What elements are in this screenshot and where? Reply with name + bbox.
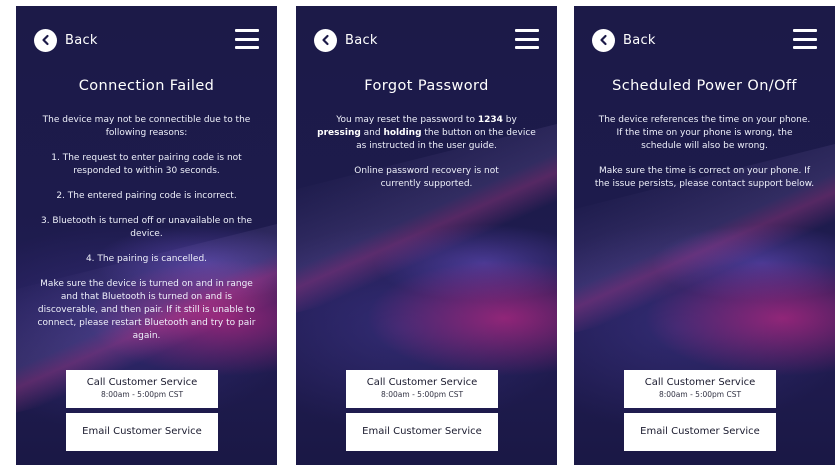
back-label: Back (345, 32, 378, 48)
message-paragraph: 3. Bluetooth is turned off or unavailabl… (40, 216, 252, 239)
message-paragraph: You may reset the password to 1234 by pr… (317, 115, 536, 151)
message-body: The device may not be connectible due to… (34, 114, 259, 355)
page-title: Forgot Password (364, 78, 489, 94)
call-hours: 8:00am - 5:00pm CST (380, 390, 464, 399)
email-customer-service-button[interactable]: Email Customer Service (624, 413, 776, 451)
message-paragraph: The device references the time on your p… (598, 115, 811, 151)
message-paragraph: 1. The request to enter pairing code is … (51, 153, 242, 176)
default-password: 1234 (477, 115, 503, 125)
email-button-label: Email Customer Service (362, 426, 482, 437)
message-paragraph: The device may not be connectible due to… (42, 115, 251, 138)
chevron-left-icon (34, 28, 57, 52)
message-paragraph: 4. The pairing is cancelled. (85, 254, 208, 264)
call-customer-service-button[interactable]: Call Customer Service 8:00am - 5:00pm CS… (624, 370, 776, 408)
chevron-left-icon (314, 28, 337, 52)
hamburger-menu-icon[interactable] (793, 29, 817, 49)
back-label: Back (623, 32, 656, 48)
page-title: Connection Failed (78, 78, 215, 94)
back-button[interactable]: Back (592, 28, 656, 52)
hamburger-menu-icon[interactable] (515, 29, 539, 49)
screen-scheduled-power: Back Scheduled Power On/Off The device r… (574, 6, 835, 465)
message-body: The device references the time on your p… (592, 114, 817, 203)
hamburger-menu-icon[interactable] (235, 29, 259, 49)
email-customer-service-button[interactable]: Email Customer Service (346, 413, 498, 451)
call-button-label: Call Customer Service (644, 377, 756, 388)
chevron-left-icon (592, 28, 615, 52)
call-customer-service-button[interactable]: Call Customer Service 8:00am - 5:00pm CS… (346, 370, 498, 408)
message-paragraph: 2. The entered pairing code is incorrect… (56, 191, 237, 201)
call-customer-service-button[interactable]: Call Customer Service 8:00am - 5:00pm CS… (66, 370, 218, 408)
back-label: Back (65, 32, 98, 48)
call-hours: 8:00am - 5:00pm CST (658, 390, 742, 399)
call-button-label: Call Customer Service (86, 377, 198, 388)
screen-connection-failed: Back Connection Failed The device may no… (16, 6, 277, 465)
message-paragraph: Make sure the device is turned on and in… (37, 279, 256, 341)
call-hours: 8:00am - 5:00pm CST (100, 390, 184, 399)
email-button-label: Email Customer Service (640, 426, 760, 437)
screen-forgot-password: Back Forgot Password You may reset the p… (296, 6, 557, 465)
email-button-label: Email Customer Service (82, 426, 202, 437)
message-paragraph: Make sure the time is correct on your ph… (594, 166, 815, 189)
back-button[interactable]: Back (314, 28, 378, 52)
call-button-label: Call Customer Service (366, 377, 478, 388)
back-button[interactable]: Back (34, 28, 98, 52)
email-customer-service-button[interactable]: Email Customer Service (66, 413, 218, 451)
message-paragraph: Online password recovery is not currentl… (354, 166, 499, 189)
message-body: You may reset the password to 1234 by pr… (314, 114, 539, 203)
page-title: Scheduled Power On/Off (612, 78, 797, 94)
